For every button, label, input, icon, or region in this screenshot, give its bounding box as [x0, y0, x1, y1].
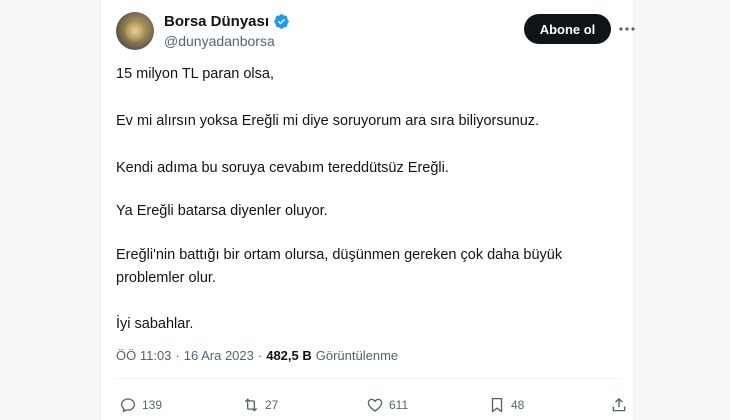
reply-icon: [120, 398, 136, 413]
tweet-text-line-1: 15 milyon TL paran olsa,: [116, 66, 274, 82]
bookmark-button[interactable]: 48: [488, 396, 524, 414]
author-handle[interactable]: @dunyadanborsa: [164, 33, 275, 49]
avatar[interactable]: [116, 12, 154, 50]
author-name-row[interactable]: Borsa Dünyası: [164, 13, 290, 30]
repost-button[interactable]: 27: [242, 396, 278, 414]
tweet-date[interactable]: 16 Ara 2023: [184, 348, 254, 363]
tweet-meta: ÖÖ 11:03 · 16 Ara 2023 · 482,5 B Görüntü…: [116, 348, 398, 363]
like-count: 611: [389, 398, 409, 412]
share-button[interactable]: [610, 396, 628, 414]
bookmark-count: 48: [511, 398, 525, 412]
like-button[interactable]: 611: [366, 396, 408, 414]
repost-count: 27: [265, 398, 279, 412]
divider: [116, 378, 620, 379]
tweet-time[interactable]: ÖÖ 11:03: [116, 348, 171, 363]
verified-badge-icon: [274, 14, 289, 29]
author-name[interactable]: Borsa Dünyası: [164, 13, 269, 30]
reply-count: 139: [142, 398, 163, 412]
bookmark-icon: [491, 397, 503, 413]
meta-separator: ·: [257, 348, 263, 363]
tweet-text-line-2: Ev mi alırsın yoksa Ereğli mi diye soruy…: [116, 113, 540, 129]
follow-button[interactable]: Abone ol: [524, 14, 611, 44]
tweet-card: Borsa Dünyası @dunyadanborsa Abone ol 15…: [100, 0, 635, 420]
views-label: Görüntülenme: [315, 348, 399, 363]
tweet-text-line-6: problemler olur.: [116, 270, 216, 286]
tweet-text-line-4: Ya Ereğli batarsa diyenler oluyor.: [116, 203, 328, 219]
page-left-margin: [0, 0, 100, 420]
share-icon: [612, 397, 626, 412]
more-horizontal-icon[interactable]: [619, 20, 635, 38]
heart-icon: [367, 398, 383, 412]
meta-separator: ·: [175, 348, 180, 363]
repost-icon: [244, 398, 258, 412]
tweet-text-line-3: Kendi adıma bu soruya cevabım tereddütsü…: [116, 160, 449, 176]
tweet-text-line-7: İyi sabahlar.: [116, 316, 194, 332]
tweet-text-line-5: Ereğli'nin battığı bir ortam olursa, düş…: [116, 247, 563, 263]
page-right-margin: [634, 0, 730, 420]
reply-button[interactable]: 139: [119, 396, 162, 414]
views-count: 482,5 B: [266, 348, 312, 363]
